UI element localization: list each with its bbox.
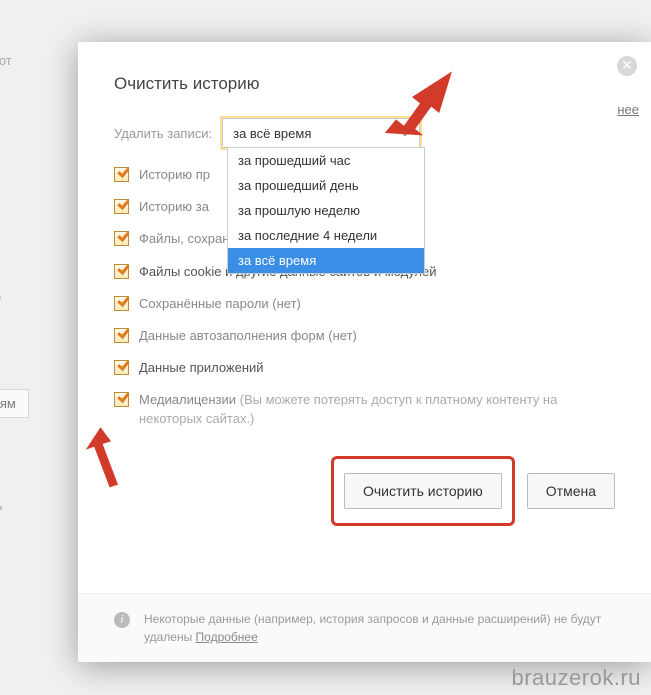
checkbox-passwords[interactable] [114, 296, 129, 311]
checkbox-label: Медиалицензии (Вы можете потерять доступ… [139, 391, 615, 427]
annotation-highlight: Очистить историю [331, 456, 515, 526]
checkbox-app-data[interactable] [114, 360, 129, 375]
close-icon[interactable]: ✕ [617, 56, 637, 76]
checkbox-label: Историю пр [139, 166, 210, 184]
more-link[interactable]: нее [617, 102, 639, 117]
clear-history-dialog: ✕ Очистить историю Удалить записи: за вс… [78, 42, 651, 662]
time-range-dropdown: за прошедший час за прошедший день за пр… [227, 147, 425, 274]
checkbox-autofill[interactable] [114, 328, 129, 343]
dropdown-option-hour[interactable]: за прошедший час [228, 148, 424, 173]
dropdown-option-alltime[interactable]: за всё время [228, 248, 424, 273]
chevron-down-icon: ⌄ [401, 128, 409, 139]
checkbox-cache[interactable] [114, 231, 129, 246]
checkbox-label: Данные приложений [139, 359, 264, 377]
select-value: за всё время [233, 126, 311, 141]
delete-records-label: Удалить записи: [114, 126, 212, 141]
checkbox-media-licenses[interactable] [114, 392, 129, 407]
checkbox-label: Данные автозаполнения форм (нет) [139, 327, 357, 345]
dialog-title: Очистить историю [114, 74, 615, 94]
checkbox-download-history[interactable] [114, 199, 129, 214]
checkbox-label: Сохранённые пароли (нет) [139, 295, 301, 313]
checkbox-cookies[interactable] [114, 264, 129, 279]
time-range-select[interactable]: за всё время ⌄ [222, 118, 420, 148]
footer-learn-more-link[interactable]: Подробнее [196, 630, 258, 644]
cancel-button[interactable]: Отмена [527, 473, 615, 509]
clear-history-button[interactable]: Очистить историю [344, 473, 502, 509]
checkbox-browsing-history[interactable] [114, 167, 129, 182]
dropdown-option-week[interactable]: за прошлую неделю [228, 198, 424, 223]
dropdown-option-4weeks[interactable]: за последние 4 недели [228, 223, 424, 248]
checkbox-label: Историю за [139, 198, 209, 216]
info-icon: i [114, 612, 130, 628]
footer-text: Некоторые данные (например, история запр… [144, 610, 615, 646]
dropdown-option-day[interactable]: за прошедший день [228, 173, 424, 198]
watermark: brauzerok.ru [511, 665, 641, 691]
footer-note: i Некоторые данные (например, история за… [78, 593, 651, 662]
